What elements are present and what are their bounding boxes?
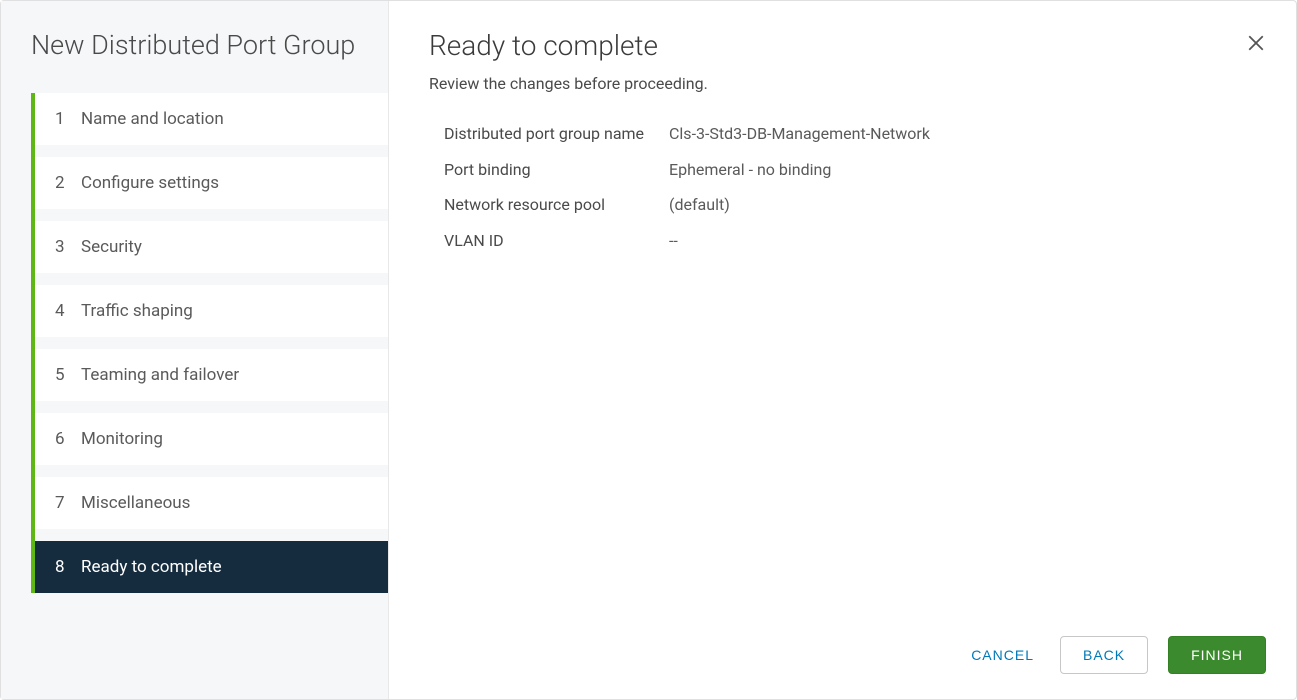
wizard-title: New Distributed Port Group xyxy=(1,1,388,93)
step-label: Configure settings xyxy=(81,173,219,193)
step-monitoring[interactable]: 6 Monitoring xyxy=(35,413,388,465)
detail-value: Cls-3-Std3-DB-Management-Network xyxy=(669,123,930,145)
detail-row-port-group-name: Distributed port group name Cls-3-Std3-D… xyxy=(444,123,1241,145)
step-number: 7 xyxy=(55,493,75,513)
page-title: Ready to complete xyxy=(389,1,1296,70)
detail-row-network-resource-pool: Network resource pool (default) xyxy=(444,194,1241,216)
finish-button[interactable]: FINISH xyxy=(1168,636,1266,674)
step-label: Monitoring xyxy=(81,429,163,449)
wizard-container: New Distributed Port Group 1 Name and lo… xyxy=(0,0,1297,700)
close-button[interactable] xyxy=(1246,33,1266,53)
detail-value: -- xyxy=(669,230,678,252)
review-details: Distributed port group name Cls-3-Std3-D… xyxy=(389,113,1296,275)
step-label: Traffic shaping xyxy=(81,301,193,321)
detail-label: Network resource pool xyxy=(444,194,669,216)
step-configure-settings[interactable]: 2 Configure settings xyxy=(35,157,388,209)
step-security[interactable]: 3 Security xyxy=(35,221,388,273)
wizard-footer: CANCEL BACK FINISH xyxy=(389,616,1296,699)
step-number: 1 xyxy=(55,109,75,129)
detail-row-port-binding: Port binding Ephemeral - no binding xyxy=(444,159,1241,181)
step-label: Name and location xyxy=(81,109,224,129)
step-label: Teaming and failover xyxy=(81,365,239,385)
step-traffic-shaping[interactable]: 4 Traffic shaping xyxy=(35,285,388,337)
step-label: Ready to complete xyxy=(81,557,222,577)
detail-value: Ephemeral - no binding xyxy=(669,159,831,181)
page-subtitle: Review the changes before proceeding. xyxy=(389,70,1296,113)
cancel-button[interactable]: CANCEL xyxy=(949,637,1040,673)
step-miscellaneous[interactable]: 7 Miscellaneous xyxy=(35,477,388,529)
step-name-and-location[interactable]: 1 Name and location xyxy=(35,93,388,145)
step-number: 8 xyxy=(55,557,75,577)
detail-value: (default) xyxy=(669,194,730,216)
step-number: 6 xyxy=(55,429,75,449)
step-ready-to-complete[interactable]: 8 Ready to complete xyxy=(35,541,388,593)
step-number: 5 xyxy=(55,365,75,385)
close-icon xyxy=(1247,34,1265,52)
wizard-main-panel: Ready to complete Review the changes bef… xyxy=(389,1,1296,699)
detail-row-vlan-id: VLAN ID -- xyxy=(444,230,1241,252)
detail-label: Port binding xyxy=(444,159,669,181)
step-number: 3 xyxy=(55,237,75,257)
wizard-steps: 1 Name and location 2 Configure settings… xyxy=(31,93,388,593)
step-label: Security xyxy=(81,237,142,257)
step-number: 4 xyxy=(55,301,75,321)
back-button[interactable]: BACK xyxy=(1060,636,1148,674)
detail-label: Distributed port group name xyxy=(444,123,669,145)
step-teaming-and-failover[interactable]: 5 Teaming and failover xyxy=(35,349,388,401)
step-label: Miscellaneous xyxy=(81,493,190,513)
detail-label: VLAN ID xyxy=(444,230,669,252)
wizard-sidebar: New Distributed Port Group 1 Name and lo… xyxy=(1,1,389,699)
step-number: 2 xyxy=(55,173,75,193)
